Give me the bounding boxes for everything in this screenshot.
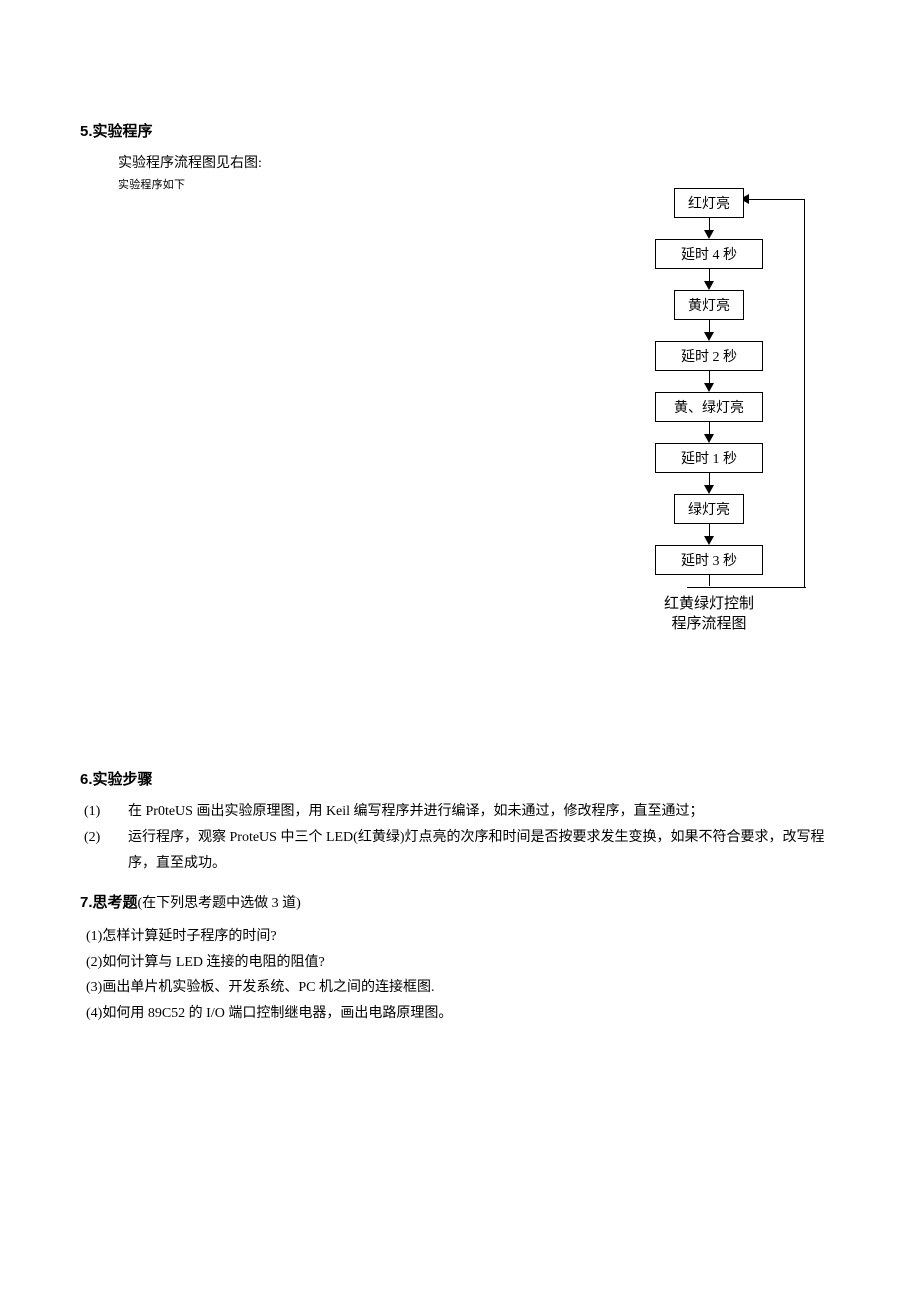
flow-conn: [704, 422, 714, 443]
flow-conn: [704, 473, 714, 494]
flow-node-yellow-on: 黄灯亮: [674, 290, 744, 320]
flow-node-yellow-green-on: 黄、绿灯亮: [655, 392, 763, 422]
arrow-down-icon: [704, 230, 714, 239]
caption-line2: 程序流程图: [671, 616, 746, 632]
flow-node-delay3: 延时 3 秒: [655, 545, 763, 575]
flow-conn: [704, 269, 714, 290]
section5-heading: 5.实验程序: [80, 120, 840, 141]
section7-list: (1)怎样计算延时子程序的时间? (2)如何计算与 LED 连接的电阻的阻值? …: [80, 924, 840, 1028]
arrow-down-icon: [704, 332, 714, 341]
arrow-down-icon: [704, 383, 714, 392]
flow-node-red-on: 红灯亮: [674, 188, 744, 218]
item-number: (2): [80, 825, 128, 851]
flow-conn: [704, 218, 714, 239]
section7-heading: 7.思考题: [80, 894, 138, 911]
flowchart: 红灯亮 延时 4 秒 黄灯亮 延时 2 秒 黄、绿灯亮 延时 1 秒 绿灯亮 延…: [594, 188, 824, 586]
list-item: (1)怎样计算延时子程序的时间?: [80, 924, 840, 950]
flow-node-delay1: 延时 1 秒: [655, 443, 763, 473]
flowchart-caption: 红黄绿灯控制 程序流程图: [594, 594, 824, 635]
caption-line1: 红黄绿灯控制: [664, 596, 754, 612]
arrow-down-icon: [704, 281, 714, 290]
item-number: (1): [80, 799, 128, 825]
list-item: (3)画出单片机实验板、开发系统、PC 机之间的连接框图.: [80, 975, 840, 1001]
flow-node-delay2: 延时 2 秒: [655, 341, 763, 371]
arrow-down-icon: [704, 485, 714, 494]
item-text: 在 Pr0teUS 画出实验原理图，用 Keil 编写程序并进行编译，如未通过，…: [128, 799, 840, 825]
section6-heading: 6.实验步骤: [80, 768, 840, 789]
flow-conn: [709, 575, 710, 586]
flow-node-delay4: 延时 4 秒: [655, 239, 763, 269]
flow-conn: [704, 371, 714, 392]
section7-heading-row: 7.思考题(在下列思考题中选做 3 道): [80, 891, 840, 912]
flowchart-container: 红灯亮 延时 4 秒 黄灯亮 延时 2 秒 黄、绿灯亮 延时 1 秒 绿灯亮 延…: [594, 188, 824, 635]
section7-subtitle: (在下列思考题中选做 3 道): [138, 896, 301, 911]
flow-conn: [704, 524, 714, 545]
list-item: (1) 在 Pr0teUS 画出实验原理图，用 Keil 编写程序并进行编译，如…: [80, 799, 840, 825]
section5-intro: 实验程序流程图见右图:: [80, 151, 840, 176]
list-item: (2) 运行程序，观察 ProteUS 中三个 LED(红黄绿)灯点亮的次序和时…: [80, 825, 840, 877]
section6: 6.实验步骤 (1) 在 Pr0teUS 画出实验原理图，用 Keil 编写程序…: [80, 768, 840, 877]
item-text: 运行程序，观察 ProteUS 中三个 LED(红黄绿)灯点亮的次序和时间是否按…: [128, 825, 840, 877]
section6-list: (1) 在 Pr0teUS 画出实验原理图，用 Keil 编写程序并进行编译，如…: [80, 799, 840, 877]
list-item: (2)如何计算与 LED 连接的电阻的阻值?: [80, 950, 840, 976]
feedback-bottom: [687, 587, 806, 588]
flow-conn: [704, 320, 714, 341]
flow-node-green-on: 绿灯亮: [674, 494, 744, 524]
arrow-down-icon: [704, 536, 714, 545]
arrow-down-icon: [704, 434, 714, 443]
section7: 7.思考题(在下列思考题中选做 3 道) (1)怎样计算延时子程序的时间? (2…: [80, 891, 840, 1028]
list-item: (4)如何用 89C52 的 I/O 端口控制继电器，画出电路原理图。: [80, 1001, 840, 1027]
